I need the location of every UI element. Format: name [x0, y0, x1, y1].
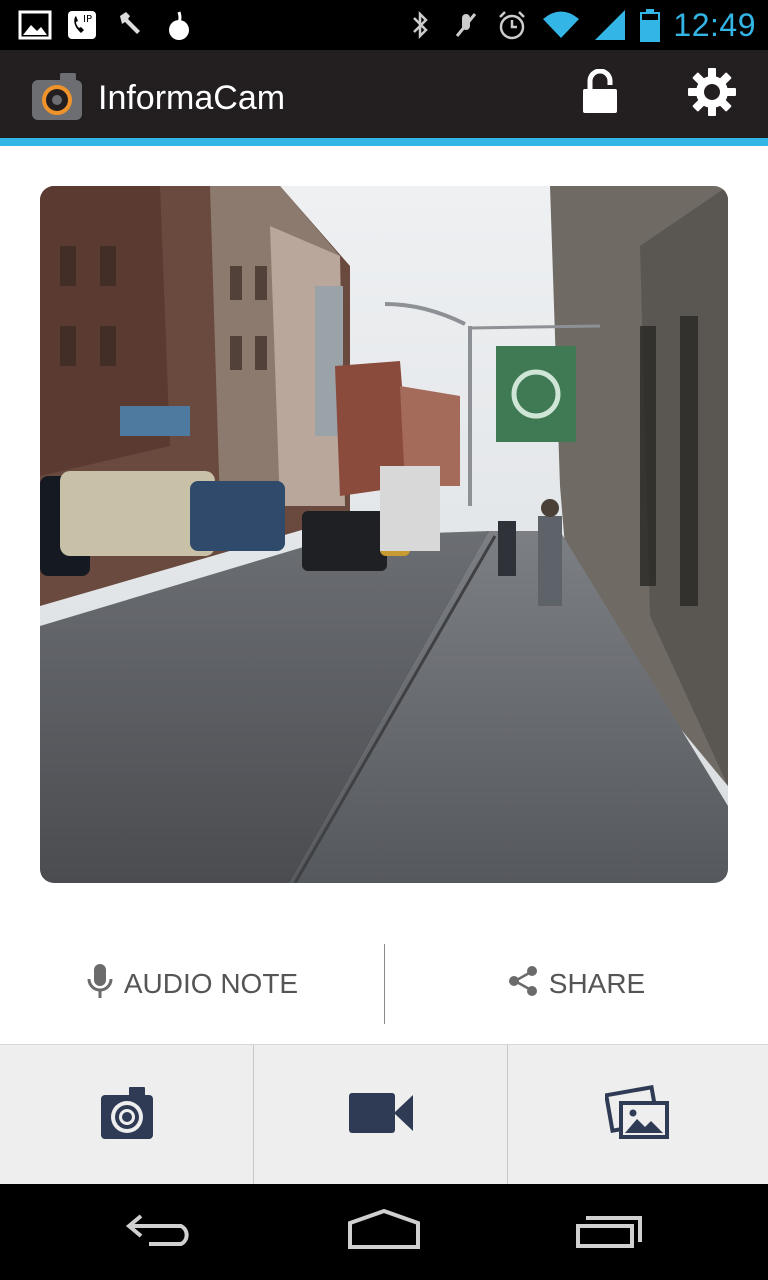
gear-icon [687, 67, 737, 122]
microphone-icon [86, 963, 114, 1006]
status-bar: IP 12:49 [0, 0, 768, 50]
signal-icon [593, 8, 627, 42]
audio-note-button[interactable]: AUDIO NOTE [0, 944, 384, 1024]
share-icon [507, 965, 539, 1004]
notification-icons: IP [18, 8, 196, 42]
system-navigation-bar [0, 1184, 768, 1280]
battery-icon [639, 8, 661, 42]
open-gallery-button[interactable] [508, 1045, 768, 1185]
status-clock: 12:49 [673, 6, 756, 43]
home-button[interactable] [324, 1202, 444, 1262]
recent-apps-button[interactable] [550, 1202, 670, 1262]
action-bar: InformaCam [0, 50, 768, 138]
lock-icon [580, 68, 620, 120]
tor-onion-icon [162, 8, 196, 42]
back-button[interactable] [100, 1202, 220, 1262]
wifi-icon [541, 8, 581, 42]
home-icon [346, 1208, 422, 1256]
record-video-button[interactable] [254, 1045, 508, 1185]
gallery-icon [603, 1084, 671, 1146]
media-actions-row: AUDIO NOTE SHARE [0, 944, 768, 1024]
gallery-notification-icon [18, 8, 52, 42]
svg-text:IP: IP [83, 14, 92, 25]
tools-notification-icon [114, 8, 148, 42]
mute-icon [449, 8, 483, 42]
lock-button[interactable] [570, 64, 630, 124]
capture-toolbar [0, 1044, 768, 1185]
camera-icon [99, 1085, 155, 1146]
street-photo-thumbnail [40, 186, 728, 883]
take-photo-button[interactable] [0, 1045, 254, 1185]
share-button[interactable]: SHARE [384, 944, 768, 1024]
share-label: SHARE [548, 968, 646, 999]
action-bar-divider [0, 138, 768, 146]
settings-button[interactable] [682, 64, 742, 124]
audio-note-label: AUDIO NOTE [123, 968, 299, 999]
voicemail-notification-icon: IP [66, 8, 100, 42]
bluetooth-icon [403, 8, 437, 42]
media-preview-image[interactable] [40, 186, 728, 883]
system-status-icons: 12:49 [403, 6, 756, 44]
recent-apps-icon [574, 1210, 646, 1255]
app-logo-icon[interactable] [30, 68, 84, 122]
back-icon [125, 1210, 195, 1255]
alarm-icon [495, 8, 529, 42]
app-title: InformaCam [98, 79, 286, 117]
video-camera-icon [348, 1091, 414, 1140]
